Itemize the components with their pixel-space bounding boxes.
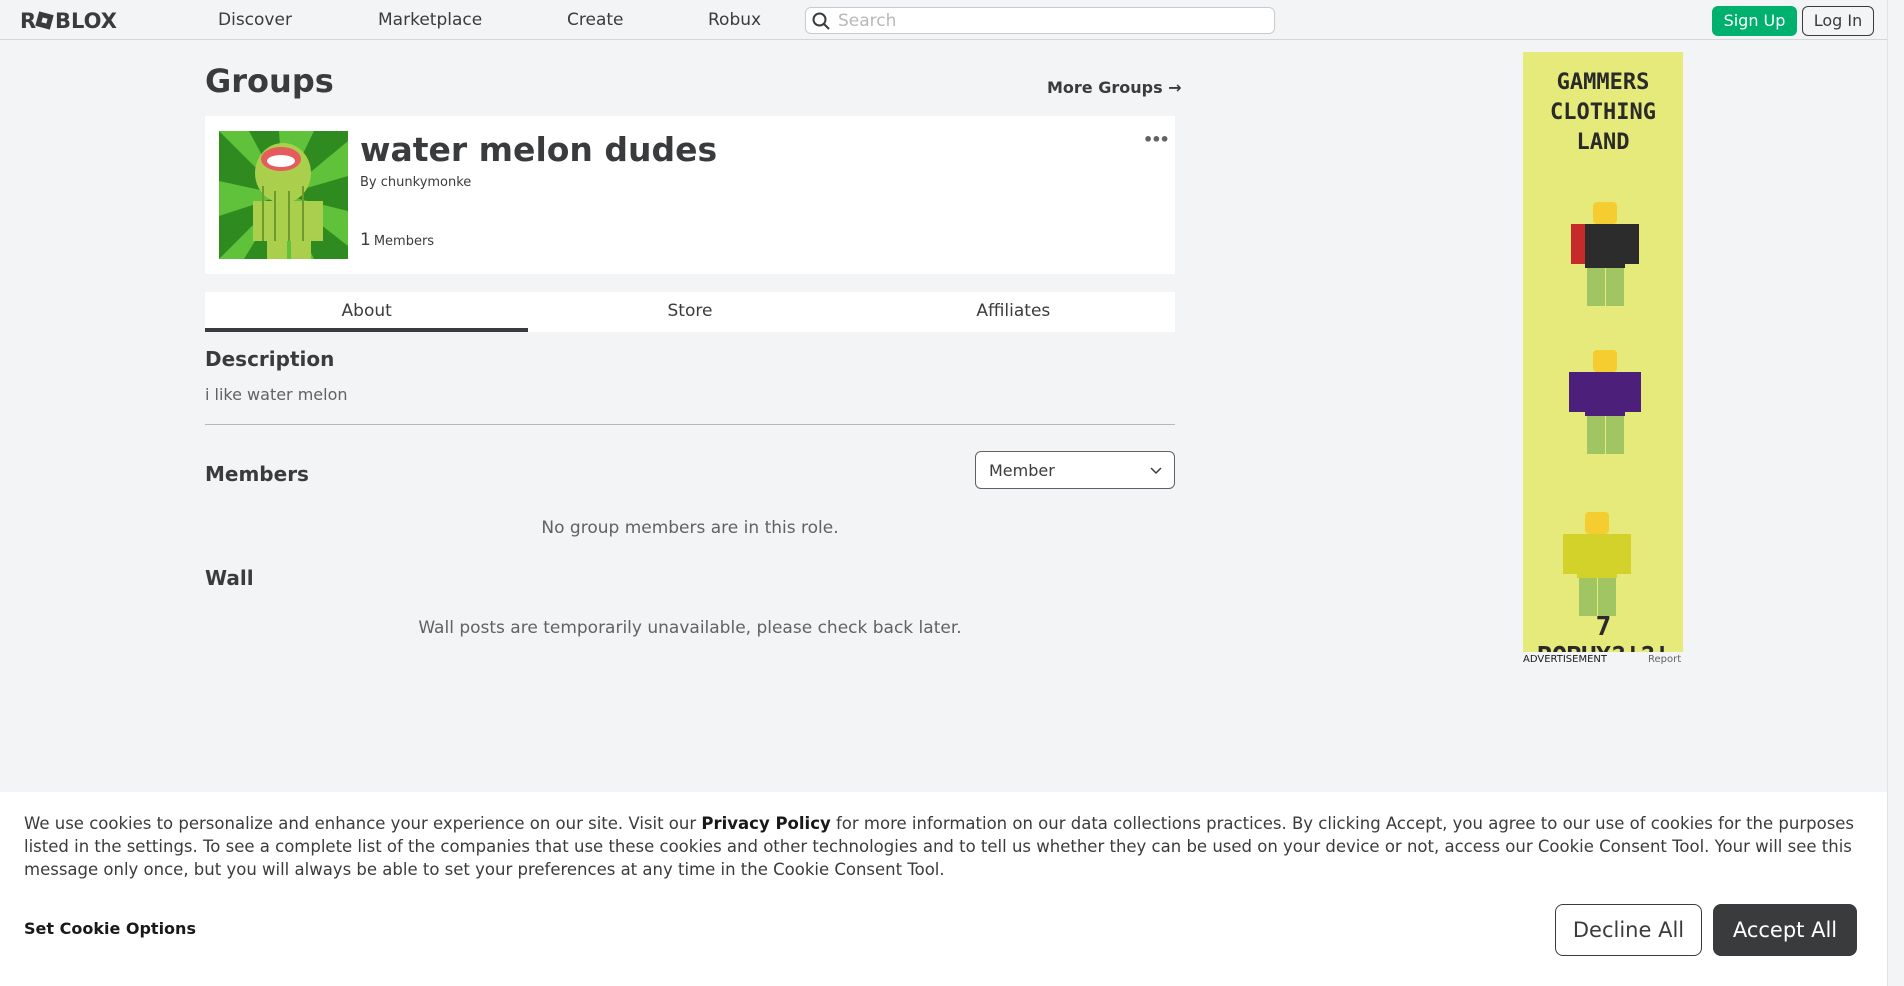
page-title: Groups <box>205 62 334 100</box>
description-heading: Description <box>205 347 335 371</box>
cookie-consent-banner: We use cookies to personalize and enhanc… <box>0 792 1887 986</box>
ad-title: GAMMERS CLOTHING LAND <box>1550 70 1656 155</box>
member-count: 1 Members <box>360 230 434 250</box>
search-box[interactable] <box>805 7 1275 34</box>
chevron-down-icon <box>1150 467 1162 475</box>
members-label: Members <box>373 234 435 249</box>
decline-all-button[interactable]: Decline All <box>1555 904 1702 956</box>
description-text: i like water melon <box>205 385 348 404</box>
tab-store[interactable]: Store <box>528 292 851 332</box>
cookie-message: We use cookies to personalize and enhanc… <box>24 814 1855 879</box>
by-label: By <box>360 175 377 190</box>
advertisement-banner[interactable]: GAMMERS CLOTHING LAND 7 ROBUX?!?! <box>1523 52 1683 652</box>
search-icon <box>812 12 830 30</box>
tab-affiliates[interactable]: Affiliates <box>852 292 1175 332</box>
group-owner-line: By chunkymonke <box>360 175 471 190</box>
group-owner-link[interactable]: chunkymonke <box>381 175 472 190</box>
advertisement-label: ADVERTISEMENT <box>1523 654 1608 665</box>
ad-tagline: 7 ROBUX?!?! <box>1537 612 1670 652</box>
nav-create[interactable]: Create <box>567 10 624 30</box>
group-tabs: About Store Affiliates <box>205 292 1175 332</box>
member-count-value: 1 <box>360 230 371 250</box>
report-ad-link[interactable]: Report <box>1648 654 1681 665</box>
more-groups-link[interactable]: More Groups → <box>1047 78 1182 97</box>
role-selected-value: Member <box>989 461 1055 480</box>
page-scrollbar[interactable] <box>1887 0 1904 986</box>
tab-about[interactable]: About <box>205 292 529 332</box>
svg-text:R: R <box>20 9 36 31</box>
nav-marketplace[interactable]: Marketplace <box>378 10 482 30</box>
wall-heading: Wall <box>205 566 254 590</box>
section-divider <box>205 424 1175 425</box>
accept-all-button[interactable]: Accept All <box>1713 904 1857 956</box>
members-heading: Members <box>205 462 309 486</box>
group-emblem-image <box>219 131 348 259</box>
role-dropdown[interactable]: Member <box>975 451 1175 489</box>
group-header-card: water melon dudes By chunkymonke 1 Member… <box>205 116 1175 274</box>
privacy-policy-link[interactable]: Privacy Policy <box>701 814 830 833</box>
roblox-logo[interactable]: R BLOX <box>20 9 138 31</box>
nav-discover[interactable]: Discover <box>218 10 292 30</box>
nav-robux[interactable]: Robux <box>708 10 761 30</box>
sign-up-button[interactable]: Sign Up <box>1712 6 1797 36</box>
search-input[interactable] <box>838 10 1268 31</box>
svg-text:BLOX: BLOX <box>55 9 117 31</box>
more-options-icon[interactable]: ••• <box>1143 130 1170 149</box>
ad-avatar-images <box>1563 202 1641 616</box>
group-name: water melon dudes <box>360 130 718 169</box>
wall-unavailable-message: Wall posts are temporarily unavailable, … <box>418 618 962 638</box>
set-cookie-options-link[interactable]: Set Cookie Options <box>24 919 196 938</box>
log-in-button[interactable]: Log In <box>1802 6 1874 36</box>
top-nav: R BLOX Discover Marketplace Create Robux… <box>0 0 1887 40</box>
no-members-message: No group members are in this role. <box>541 518 839 538</box>
